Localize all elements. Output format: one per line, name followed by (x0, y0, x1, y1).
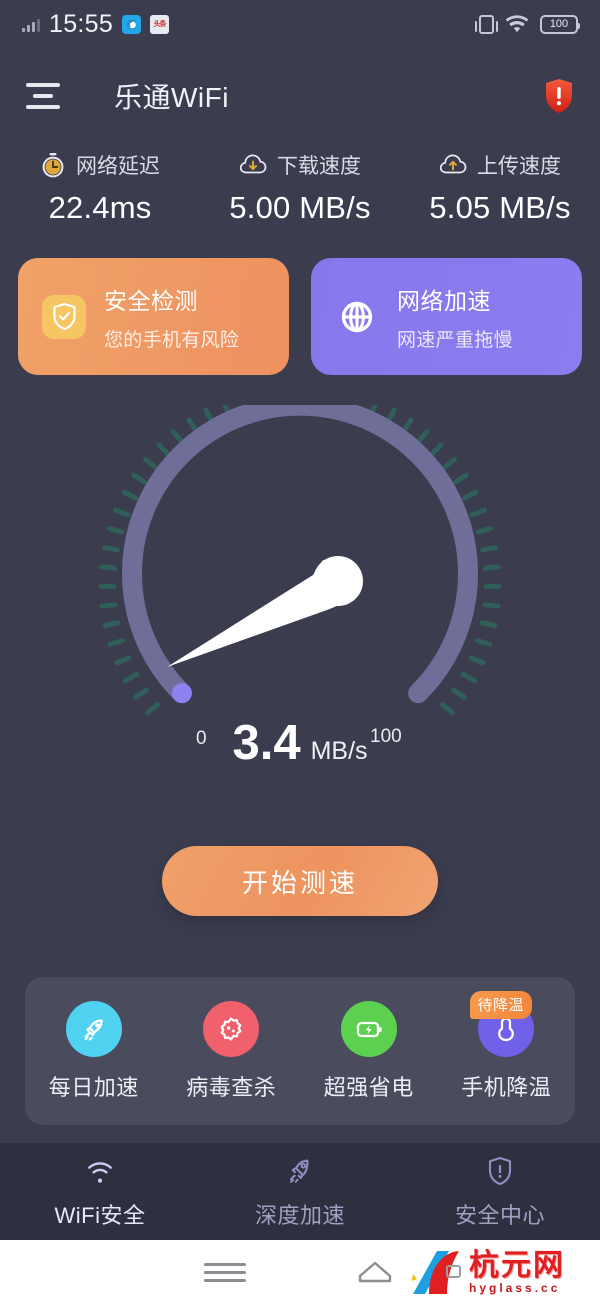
page-title: 乐通WiFi (114, 82, 229, 113)
rocket-icon (65, 1000, 122, 1057)
card-title: 安全检测 (104, 287, 198, 314)
quick-action-phone-cooling[interactable]: 待降温 手机降温 (438, 990, 576, 1102)
shield-check-icon (42, 294, 86, 339)
quick-action-label: 每日加速 (48, 1074, 139, 1100)
status-bar-left: 15:55 头条 (22, 9, 170, 39)
stat-value: 22.4ms (48, 190, 152, 225)
stat-latency: 网络延迟 22.4ms (0, 150, 200, 226)
gauge-graphic (98, 405, 502, 716)
gauge-start-cap (171, 683, 192, 704)
nav-item-security-center[interactable]: 安全中心 (400, 1154, 600, 1230)
stopwatch-icon (42, 153, 64, 178)
start-speedtest-button[interactable]: 开始测速 (162, 846, 438, 916)
virus-icon (203, 1000, 260, 1057)
status-bar: 15:55 头条 100 (0, 0, 600, 48)
gauge-readout: 3.4 MB/s (0, 715, 600, 771)
card-subtitle: 您的手机有风险 (104, 329, 240, 351)
quick-action-power-save[interactable]: 超强省电 (300, 1000, 438, 1102)
hamburger-menu-icon[interactable] (26, 73, 72, 119)
quick-action-label: 手机降温 (461, 1074, 552, 1100)
stat-value: 5.05 MB/s (429, 190, 571, 225)
vibrate-icon (475, 14, 498, 34)
nav-item-wifi-security[interactable]: WiFi安全 (0, 1154, 200, 1230)
quick-action-virus-scan[interactable]: 病毒查杀 (163, 1000, 301, 1102)
nav-label: WiFi安全 (54, 1202, 146, 1228)
bottom-navigation: WiFi安全 深度加速 安全中心 (0, 1143, 600, 1240)
signal-bars-icon (22, 17, 40, 32)
quick-action-daily-boost[interactable]: 每日加速 (25, 1000, 163, 1102)
news-app-icon: 头条 (150, 14, 170, 34)
quick-action-badge: 待降温 (469, 990, 533, 1019)
android-menu-icon[interactable] (150, 1258, 300, 1287)
card-subtitle: 网速严重拖慢 (397, 329, 513, 351)
quick-action-label: 超强省电 (323, 1074, 414, 1100)
gauge-needle (167, 556, 363, 667)
app-header: 乐通WiFi (0, 48, 600, 144)
nav-label: 深度加速 (254, 1202, 345, 1228)
stat-label: 上传速度 (477, 155, 561, 178)
stat-upload: 上传速度 5.05 MB/s (400, 150, 600, 226)
stat-label: 下载速度 (277, 155, 361, 178)
stat-value: 5.00 MB/s (229, 190, 371, 225)
card-text-block: 网络加速 网速严重拖慢 (397, 282, 513, 352)
battery-indicator: 100 (540, 14, 580, 34)
gauge-arc (122, 405, 478, 704)
network-accelerate-card[interactable]: 网络加速 网速严重拖慢 (311, 258, 582, 375)
battery-bolt-icon (340, 1000, 397, 1057)
rocket-outline-icon (285, 1154, 315, 1188)
nav-item-deep-accelerate[interactable]: 深度加速 (200, 1154, 400, 1230)
cloud-upload-icon (439, 154, 467, 174)
stat-header: 下载速度 (239, 150, 361, 180)
card-title: 网络加速 (397, 287, 491, 314)
nav-label: 安全中心 (454, 1202, 545, 1228)
gauge-unit: MB/s (310, 737, 368, 765)
quick-actions-panel: 每日加速 病毒查杀 超强省电 待降温 手机降温 (25, 977, 575, 1125)
security-check-card[interactable]: 安全检测 您的手机有风险 (18, 258, 289, 375)
wifi-icon (505, 14, 529, 32)
cloud-download-icon (239, 154, 267, 174)
action-cards: 安全检测 您的手机有风险 网络加速 网速严重拖慢 (0, 258, 600, 375)
stat-header: 网络延迟 (40, 150, 160, 180)
android-home-icon[interactable] (300, 1256, 450, 1288)
globe-icon (335, 295, 379, 339)
quick-action-label: 病毒查杀 (186, 1074, 277, 1100)
browser-icon (122, 14, 142, 34)
network-stats-row: 网络延迟 22.4ms 下载速度 5.00 MB/s 上传速度 5.05 MB/… (0, 150, 600, 226)
card-text-block: 安全检测 您的手机有风险 (104, 282, 239, 352)
wifi-icon (84, 1154, 116, 1188)
status-bar-right: 100 (475, 14, 580, 34)
status-time: 15:55 (49, 9, 114, 38)
stat-header: 上传速度 (439, 150, 561, 180)
shield-warning-icon[interactable] (544, 78, 574, 114)
android-navigation-bar (0, 1240, 600, 1304)
stat-download: 下载速度 5.00 MB/s (200, 150, 400, 226)
stat-label: 网络延迟 (76, 155, 160, 178)
shield-alert-icon (487, 1154, 513, 1188)
gauge-value: 3.4 (232, 716, 301, 770)
